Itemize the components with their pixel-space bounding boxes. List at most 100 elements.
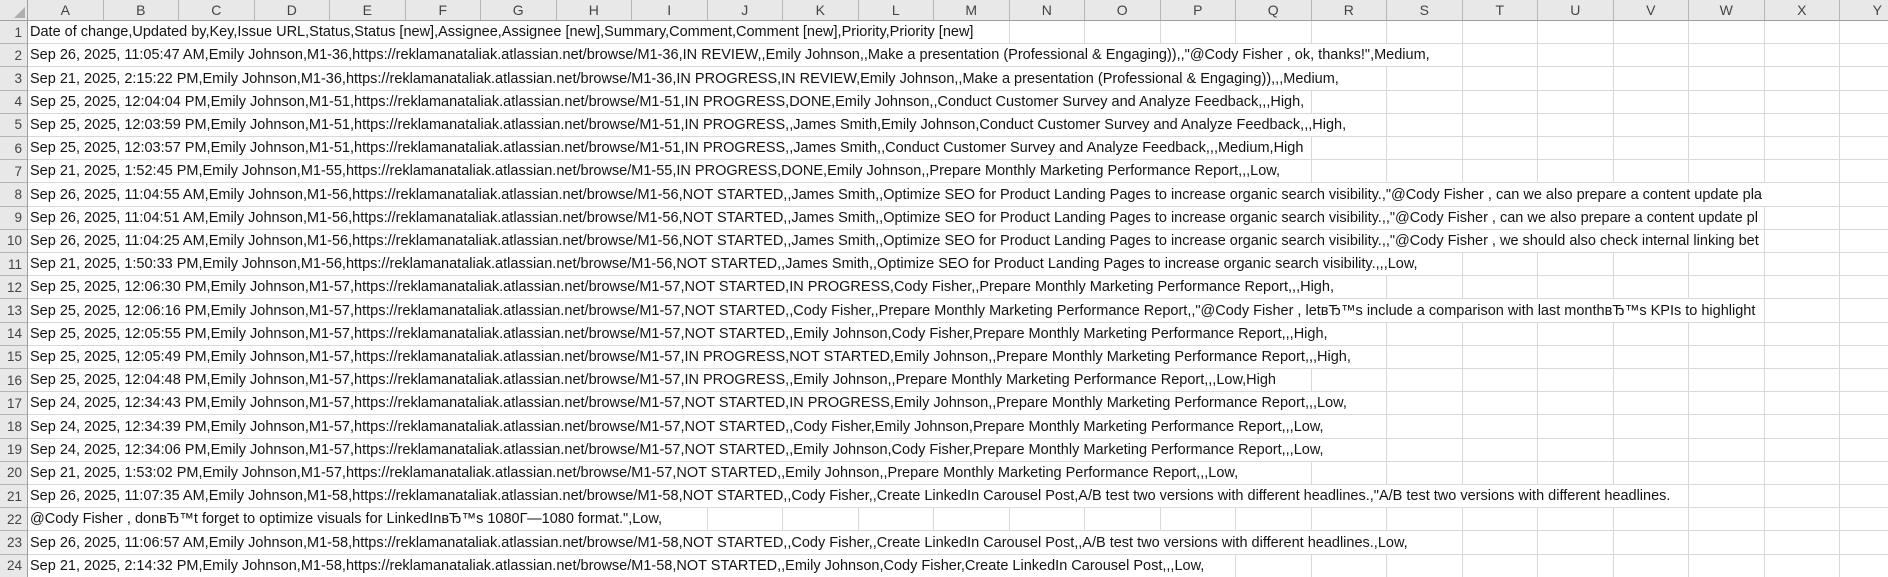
column-headers: ABCDEFGHIJKLMNOPQRSTUVWXY bbox=[28, 0, 1888, 21]
sheet-row-8: Sep 26, 2025, 11:04:55 AM,Emily Johnson,… bbox=[28, 183, 1888, 206]
column-header-H[interactable]: H bbox=[557, 0, 633, 20]
row-header-17[interactable]: 17 bbox=[0, 392, 27, 415]
cell-text-A8[interactable]: Sep 26, 2025, 11:04:55 AM,Emily Johnson,… bbox=[28, 183, 1765, 205]
row-header-12[interactable]: 12 bbox=[0, 276, 27, 299]
row-header-14[interactable]: 14 bbox=[0, 323, 27, 346]
row-header-7[interactable]: 7 bbox=[0, 160, 27, 183]
sheet-row-20: Sep 21, 2025, 1:53:02 PM,Emily Johnson,M… bbox=[28, 462, 1888, 485]
row-header-1[interactable]: 1 bbox=[0, 21, 27, 44]
column-header-X[interactable]: X bbox=[1765, 0, 1841, 20]
column-header-Q[interactable]: Q bbox=[1236, 0, 1312, 20]
cell-text-A13[interactable]: Sep 25, 2025, 12:06:16 PM,Emily Johnson,… bbox=[28, 299, 1758, 321]
column-header-F[interactable]: F bbox=[406, 0, 482, 20]
row-header-5[interactable]: 5 bbox=[0, 114, 27, 137]
column-header-U[interactable]: U bbox=[1538, 0, 1614, 20]
cell-text-A17[interactable]: Sep 24, 2025, 12:34:43 PM,Emily Johnson,… bbox=[28, 392, 1350, 414]
sheet-row-5: Sep 25, 2025, 12:03:59 PM,Emily Johnson,… bbox=[28, 114, 1888, 137]
sheet-row-7: Sep 21, 2025, 1:52:45 PM,Emily Johnson,M… bbox=[28, 160, 1888, 183]
sheet-row-18: Sep 24, 2025, 12:34:39 PM,Emily Johnson,… bbox=[28, 415, 1888, 438]
row-header-6[interactable]: 6 bbox=[0, 137, 27, 160]
row-header-4[interactable]: 4 bbox=[0, 91, 27, 114]
cell-text-A22[interactable]: @Cody Fisher , donвЂ™t forget to optimiz… bbox=[28, 508, 665, 530]
cell-text-A24[interactable]: Sep 21, 2025, 2:14:32 PM,Emily Johnson,M… bbox=[28, 555, 1207, 577]
cell-text-A21[interactable]: Sep 26, 2025, 11:07:35 AM,Emily Johnson,… bbox=[28, 485, 1673, 507]
sheet-row-4: Sep 25, 2025, 12:04:04 PM,Emily Johnson,… bbox=[28, 91, 1888, 114]
column-header-L[interactable]: L bbox=[859, 0, 935, 20]
row-header-24[interactable]: 24 bbox=[0, 555, 27, 577]
column-header-E[interactable]: E bbox=[330, 0, 406, 20]
cell-text-A10[interactable]: Sep 26, 2025, 11:04:25 AM,Emily Johnson,… bbox=[28, 230, 1762, 252]
row-header-10[interactable]: 10 bbox=[0, 230, 27, 253]
column-header-Y[interactable]: Y bbox=[1840, 0, 1888, 20]
grid-area: Date of change,Updated by,Key,Issue URL,… bbox=[28, 21, 1888, 577]
cell-text-A5[interactable]: Sep 25, 2025, 12:03:59 PM,Emily Johnson,… bbox=[28, 114, 1349, 136]
row-header-22[interactable]: 22 bbox=[0, 508, 27, 531]
sheet-row-14: Sep 25, 2025, 12:05:55 PM,Emily Johnson,… bbox=[28, 323, 1888, 346]
column-header-K[interactable]: K bbox=[783, 0, 859, 20]
select-all-triangle-icon bbox=[14, 7, 25, 18]
column-header-N[interactable]: N bbox=[1010, 0, 1086, 20]
row-header-16[interactable]: 16 bbox=[0, 369, 27, 392]
row-header-15[interactable]: 15 bbox=[0, 346, 27, 369]
cell-text-A12[interactable]: Sep 25, 2025, 12:06:30 PM,Emily Johnson,… bbox=[28, 276, 1337, 298]
cell-text-A6[interactable]: Sep 25, 2025, 12:03:57 PM,Emily Johnson,… bbox=[28, 137, 1306, 159]
column-header-G[interactable]: G bbox=[481, 0, 557, 20]
cell-text-A20[interactable]: Sep 21, 2025, 1:53:02 PM,Emily Johnson,M… bbox=[28, 462, 1241, 484]
cell-text-A19[interactable]: Sep 24, 2025, 12:34:06 PM,Emily Johnson,… bbox=[28, 439, 1327, 461]
column-header-V[interactable]: V bbox=[1614, 0, 1690, 20]
column-header-W[interactable]: W bbox=[1689, 0, 1765, 20]
cell-text-A9[interactable]: Sep 26, 2025, 11:04:51 AM,Emily Johnson,… bbox=[28, 207, 1761, 229]
sheet-row-16: Sep 25, 2025, 12:04:48 PM,Emily Johnson,… bbox=[28, 369, 1888, 392]
sheet-row-21: Sep 26, 2025, 11:07:35 AM,Emily Johnson,… bbox=[28, 485, 1888, 508]
row-header-2[interactable]: 2 bbox=[0, 44, 27, 67]
sheet-row-22: @Cody Fisher , donвЂ™t forget to optimiz… bbox=[28, 508, 1888, 531]
row-header-11[interactable]: 11 bbox=[0, 253, 27, 276]
sheet-row-6: Sep 25, 2025, 12:03:57 PM,Emily Johnson,… bbox=[28, 137, 1888, 160]
cell-text-A1[interactable]: Date of change,Updated by,Key,Issue URL,… bbox=[28, 21, 976, 43]
sheet-row-3: Sep 21, 2025, 2:15:22 PM,Emily Johnson,M… bbox=[28, 67, 1888, 90]
sheet-row-12: Sep 25, 2025, 12:06:30 PM,Emily Johnson,… bbox=[28, 276, 1888, 299]
column-header-B[interactable]: B bbox=[104, 0, 180, 20]
column-header-M[interactable]: M bbox=[934, 0, 1010, 20]
cell-text-A11[interactable]: Sep 21, 2025, 1:50:33 PM,Emily Johnson,M… bbox=[28, 253, 1421, 275]
row-header-9[interactable]: 9 bbox=[0, 207, 27, 230]
column-header-R[interactable]: R bbox=[1312, 0, 1388, 20]
row-header-19[interactable]: 19 bbox=[0, 439, 27, 462]
cell-text-A3[interactable]: Sep 21, 2025, 2:15:22 PM,Emily Johnson,M… bbox=[28, 67, 1342, 89]
row-header-18[interactable]: 18 bbox=[0, 415, 27, 438]
row-header-23[interactable]: 23 bbox=[0, 531, 27, 554]
cell-text-A7[interactable]: Sep 21, 2025, 1:52:45 PM,Emily Johnson,M… bbox=[28, 160, 1283, 182]
sheet-row-2: Sep 26, 2025, 11:05:47 AM,Emily Johnson,… bbox=[28, 44, 1888, 67]
row-header-13[interactable]: 13 bbox=[0, 299, 27, 322]
sheet-row-1: Date of change,Updated by,Key,Issue URL,… bbox=[28, 21, 1888, 44]
select-all-corner[interactable] bbox=[0, 0, 28, 21]
column-header-C[interactable]: C bbox=[179, 0, 255, 20]
column-header-S[interactable]: S bbox=[1387, 0, 1463, 20]
cell-text-A16[interactable]: Sep 25, 2025, 12:04:48 PM,Emily Johnson,… bbox=[28, 369, 1279, 391]
cell-text-A4[interactable]: Sep 25, 2025, 12:04:04 PM,Emily Johnson,… bbox=[28, 91, 1307, 113]
sheet-row-9: Sep 26, 2025, 11:04:51 AM,Emily Johnson,… bbox=[28, 207, 1888, 230]
cell-text-A18[interactable]: Sep 24, 2025, 12:34:39 PM,Emily Johnson,… bbox=[28, 415, 1327, 437]
row-header-8[interactable]: 8 bbox=[0, 183, 27, 206]
grid-rows: Date of change,Updated by,Key,Issue URL,… bbox=[28, 21, 1888, 577]
sheet-row-19: Sep 24, 2025, 12:34:06 PM,Emily Johnson,… bbox=[28, 439, 1888, 462]
row-headers: 123456789101112131415161718192021222324 bbox=[0, 21, 28, 577]
cell-text-A14[interactable]: Sep 25, 2025, 12:05:55 PM,Emily Johnson,… bbox=[28, 323, 1331, 345]
cell-text-A23[interactable]: Sep 26, 2025, 11:06:57 AM,Emily Johnson,… bbox=[28, 531, 1411, 553]
column-header-I[interactable]: I bbox=[632, 0, 708, 20]
row-header-21[interactable]: 21 bbox=[0, 485, 27, 508]
sheet-row-13: Sep 25, 2025, 12:06:16 PM,Emily Johnson,… bbox=[28, 299, 1888, 322]
column-header-A[interactable]: A bbox=[28, 0, 104, 20]
cell-text-A2[interactable]: Sep 26, 2025, 11:05:47 AM,Emily Johnson,… bbox=[28, 44, 1433, 66]
sheet-row-10: Sep 26, 2025, 11:04:25 AM,Emily Johnson,… bbox=[28, 230, 1888, 253]
column-header-D[interactable]: D bbox=[255, 0, 331, 20]
row-header-3[interactable]: 3 bbox=[0, 67, 27, 90]
sheet-row-24: Sep 21, 2025, 2:14:32 PM,Emily Johnson,M… bbox=[28, 555, 1888, 577]
row-header-20[interactable]: 20 bbox=[0, 462, 27, 485]
sheet-row-11: Sep 21, 2025, 1:50:33 PM,Emily Johnson,M… bbox=[28, 253, 1888, 276]
column-header-T[interactable]: T bbox=[1463, 0, 1539, 20]
column-header-J[interactable]: J bbox=[708, 0, 784, 20]
column-header-P[interactable]: P bbox=[1161, 0, 1237, 20]
column-header-O[interactable]: O bbox=[1085, 0, 1161, 20]
cell-text-A15[interactable]: Sep 25, 2025, 12:05:49 PM,Emily Johnson,… bbox=[28, 346, 1354, 368]
